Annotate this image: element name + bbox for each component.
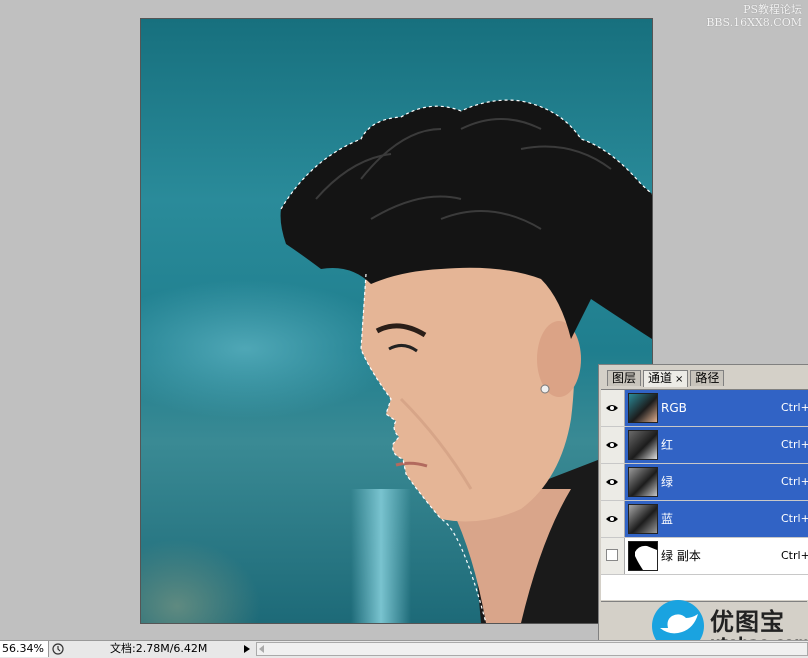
panel-tabs: 图层 通道 × 路径 [607, 370, 726, 388]
visibility-off-icon [606, 549, 618, 561]
channel-name: RGB [661, 401, 687, 415]
tab-paths[interactable]: 路径 [690, 370, 725, 386]
document-canvas[interactable] [140, 18, 653, 624]
channel-name: 蓝 [661, 512, 674, 526]
document-size-info: 文档:2.78M/6.42M [110, 642, 208, 655]
close-icon[interactable]: × [675, 374, 683, 385]
visibility-toggle[interactable] [601, 501, 625, 537]
channel-thumbnail [628, 541, 658, 571]
channel-list: RGB Ctrl+~ 红 Ctrl+1 绿 Ctrl+2 蓝 Ctrl+3 [601, 389, 808, 600]
eye-icon [606, 479, 618, 485]
channel-shortcut: Ctrl+4 [781, 549, 808, 562]
visibility-toggle[interactable] [601, 464, 625, 500]
tab-channels[interactable]: 通道 × [643, 370, 689, 387]
channel-row-green-copy[interactable]: 绿 副本 Ctrl+4 [601, 538, 808, 575]
visibility-toggle[interactable] [601, 427, 625, 463]
status-bar: 56.34% 文档:2.78M/6.42M [0, 640, 808, 658]
scroll-left-icon[interactable] [259, 645, 264, 653]
channel-thumbnail [628, 430, 658, 460]
channel-row-rgb[interactable]: RGB Ctrl+~ [601, 390, 808, 427]
channel-name: 绿 [661, 475, 674, 489]
channel-row-blue[interactable]: 蓝 Ctrl+3 [601, 501, 808, 538]
channel-shortcut: Ctrl+3 [781, 512, 808, 525]
watermark-line2: BBS.16XX8.COM [706, 16, 802, 29]
status-arrow-icon[interactable] [244, 645, 250, 653]
channel-thumbnail [628, 504, 658, 534]
zoom-level-field[interactable]: 56.34% [0, 641, 49, 657]
eye-icon [606, 442, 618, 448]
channel-name: 红 [661, 438, 674, 452]
channel-shortcut: Ctrl+2 [781, 475, 808, 488]
channel-shortcut: Ctrl+~ [781, 401, 808, 414]
watermark: PS教程论坛 BBS.16XX8.COM [706, 3, 802, 29]
tab-label: 图层 [612, 371, 637, 385]
horizontal-scrollbar[interactable] [256, 642, 808, 656]
portrait-image [280, 99, 652, 623]
logo-text: 优图宝 [710, 608, 785, 636]
channel-row-red[interactable]: 红 Ctrl+1 [601, 427, 808, 464]
mask-silhouette-icon [635, 545, 657, 570]
channel-name: 绿 副本 [661, 549, 701, 563]
tab-label: 通道 [648, 371, 673, 385]
tab-label: 路径 [695, 371, 720, 385]
eye-icon [606, 405, 618, 411]
eye-icon [606, 516, 618, 522]
channel-shortcut: Ctrl+1 [781, 438, 808, 451]
channel-row-green[interactable]: 绿 Ctrl+2 [601, 464, 808, 501]
channel-thumbnail [628, 393, 658, 423]
visibility-toggle[interactable] [601, 538, 625, 574]
visibility-toggle[interactable] [601, 390, 625, 426]
channel-thumbnail [628, 467, 658, 497]
tab-layers[interactable]: 图层 [607, 370, 642, 386]
watermark-line1: PS教程论坛 [743, 3, 802, 16]
status-menu-icon[interactable] [52, 643, 64, 655]
